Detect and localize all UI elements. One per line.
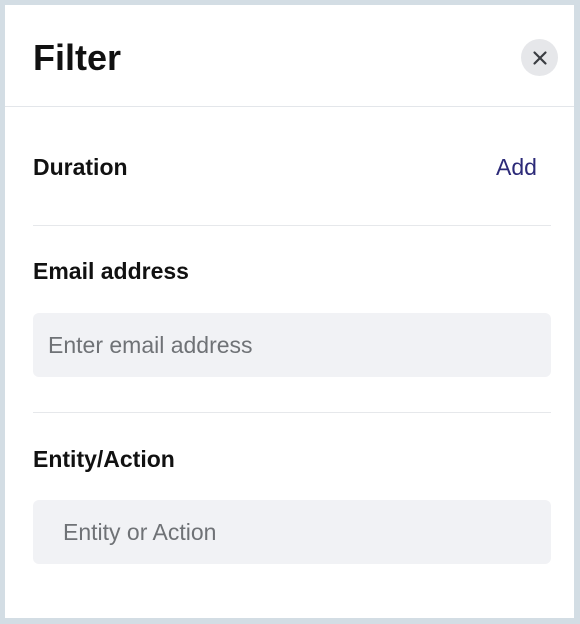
filter-header: Filter: [5, 5, 574, 107]
entity-action-label: Entity/Action: [33, 446, 175, 472]
close-icon: [532, 50, 547, 65]
close-button[interactable]: [521, 39, 558, 76]
duration-add-link[interactable]: Add: [496, 152, 537, 182]
section-divider: [33, 412, 551, 413]
entity-action-field[interactable]: [33, 500, 551, 564]
page-title: Filter: [33, 37, 122, 78]
section-divider: [33, 225, 551, 226]
email-field[interactable]: [33, 313, 551, 377]
email-label: Email address: [33, 258, 189, 284]
duration-label: Duration: [33, 154, 128, 180]
filter-panel: Filter Duration Add Email address Entity…: [5, 5, 574, 618]
